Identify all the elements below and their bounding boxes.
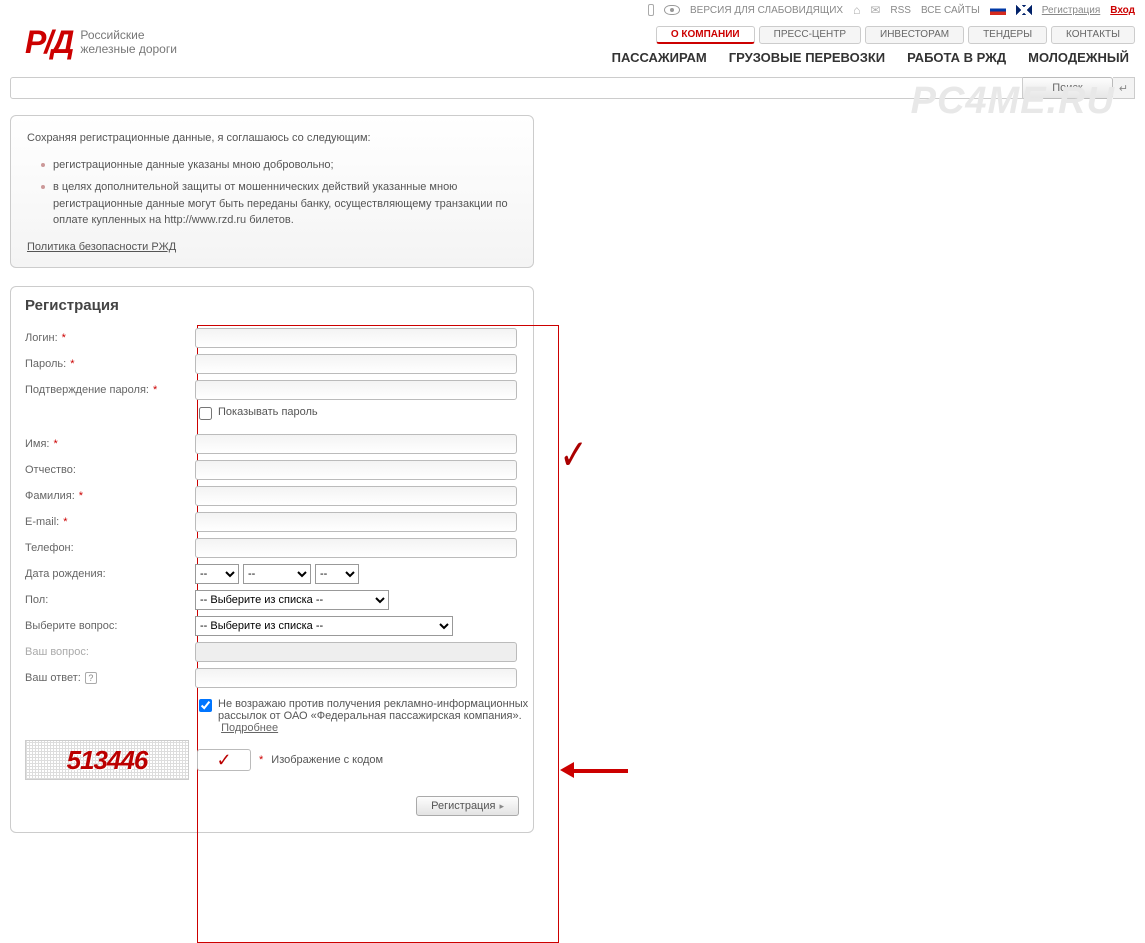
minitab-tenders[interactable]: ТЕНДЕРЫ — [968, 26, 1047, 44]
lastname-input[interactable] — [195, 486, 517, 506]
all-sites-link[interactable]: ВСЕ САЙТЫ — [921, 5, 980, 16]
password-confirm-input[interactable] — [195, 380, 517, 400]
check-icon: ✓ — [216, 750, 231, 771]
header: P/Д Российские железные дороги О КОМПАНИ… — [10, 20, 1135, 73]
rss-link[interactable]: RSS — [890, 5, 911, 16]
label-captcha: Изображение с кодом — [271, 754, 383, 766]
patronymic-input[interactable] — [195, 460, 517, 480]
minitab-about[interactable]: О КОМПАНИИ — [656, 26, 755, 44]
logo[interactable]: P/Д Российские железные дороги — [25, 26, 177, 58]
dob-day-select[interactable]: -- — [195, 564, 239, 584]
your-answer-input[interactable] — [195, 668, 517, 688]
arrow-line — [572, 769, 628, 773]
maintab-jobs[interactable]: РАБОТА В РЖД — [907, 50, 1006, 65]
eye-icon — [664, 5, 680, 15]
label-dob: Дата рождения: — [25, 568, 106, 580]
label-password-confirm: Подтверждение пароля: — [25, 384, 149, 396]
registration-panel: Регистрация Логин:* Пароль:* Подтвержден… — [10, 286, 534, 833]
password-input[interactable] — [195, 354, 517, 374]
watermark: PC4ME.RU — [911, 80, 1115, 123]
login-link[interactable]: Вход — [1110, 5, 1135, 16]
home-icon[interactable] — [853, 3, 860, 17]
label-select-question: Выберите вопрос: — [25, 620, 117, 632]
minitab-contacts[interactable]: КОНТАКТЫ — [1051, 26, 1135, 44]
gender-select[interactable]: -- Выберите из списка -- — [195, 590, 389, 610]
minitab-investors[interactable]: ИНВЕСТОРАМ — [865, 26, 964, 44]
captcha-image: 513446 — [25, 740, 189, 780]
show-password-checkbox[interactable] — [199, 407, 212, 420]
your-question-input — [195, 642, 517, 662]
consent-intro: Сохраняя регистрационные данные, я согла… — [27, 130, 517, 147]
label-mailing-consent: Не возражаю против получения рекламно-ин… — [218, 698, 535, 734]
more-link[interactable]: Подробнее — [221, 722, 278, 734]
label-password: Пароль: — [25, 358, 66, 370]
logo-text: Российские железные дороги — [80, 28, 177, 57]
accessibility-link[interactable]: ВЕРСИЯ ДЛЯ СЛАБОВИДЯЩИХ — [690, 5, 843, 16]
label-gender: Пол: — [25, 594, 48, 606]
policy-link[interactable]: Политика безопасности РЖД — [27, 241, 176, 253]
question-select[interactable]: -- Выберите из списка -- — [195, 616, 453, 636]
topbar: ВЕРСИЯ ДЛЯ СЛАБОВИДЯЩИХ RSS ВСЕ САЙТЫ Ре… — [10, 0, 1135, 20]
label-email: E-mail: — [25, 516, 59, 528]
phone-icon — [648, 4, 654, 16]
register-link[interactable]: Регистрация — [1042, 5, 1100, 16]
mailing-consent-checkbox[interactable] — [199, 699, 212, 712]
maintabs: ПАССАЖИРАМ ГРУЗОВЫЕ ПЕРЕВОЗКИ РАБОТА В Р… — [612, 50, 1135, 65]
minitabs: О КОМПАНИИ ПРЕСС-ЦЕНТР ИНВЕСТОРАМ ТЕНДЕР… — [656, 26, 1135, 44]
phone-input[interactable] — [195, 538, 517, 558]
mail-icon[interactable] — [870, 3, 880, 17]
help-icon[interactable]: ? — [85, 672, 97, 684]
dob-year-select[interactable]: -- — [315, 564, 359, 584]
dob-month-select[interactable]: -- — [243, 564, 311, 584]
label-your-answer: Ваш ответ: — [25, 672, 81, 684]
form-title: Регистрация — [25, 297, 519, 314]
submit-button[interactable]: Регистрация — [416, 796, 519, 816]
logo-mark: P/Д — [25, 26, 72, 58]
label-firstname: Имя: — [25, 438, 49, 450]
search-input[interactable] — [10, 77, 1023, 99]
annotation-arrow — [560, 762, 630, 778]
consent-item-1: регистрационные данные указаны мною добр… — [41, 157, 517, 174]
annotation-checkmark: ✓ — [560, 430, 588, 480]
label-your-question: Ваш вопрос: — [25, 646, 89, 658]
label-show-password: Показывать пароль — [218, 406, 318, 418]
label-patronymic: Отчество: — [25, 464, 76, 476]
label-phone: Телефон: — [25, 542, 74, 554]
required-mark: * — [62, 332, 66, 344]
minitab-press[interactable]: ПРЕСС-ЦЕНТР — [759, 26, 861, 44]
consent-item-2: в целях дополнительной защиты от мошенни… — [41, 179, 517, 229]
search-go-icon[interactable]: ↵ — [1113, 77, 1135, 99]
captcha-input[interactable]: ✓ — [197, 749, 251, 771]
login-input[interactable] — [195, 328, 517, 348]
label-login: Логин: — [25, 332, 58, 344]
maintab-passengers[interactable]: ПАССАЖИРАМ — [612, 50, 707, 65]
consent-panel: Сохраняя регистрационные данные, я согла… — [10, 115, 534, 268]
email-input[interactable] — [195, 512, 517, 532]
firstname-input[interactable] — [195, 434, 517, 454]
flag-ru-icon[interactable] — [990, 5, 1006, 15]
maintab-youth[interactable]: МОЛОДЕЖНЫЙ — [1028, 50, 1129, 65]
maintab-cargo[interactable]: ГРУЗОВЫЕ ПЕРЕВОЗКИ — [729, 50, 885, 65]
label-lastname: Фамилия: — [25, 490, 75, 502]
flag-en-icon[interactable] — [1016, 5, 1032, 15]
